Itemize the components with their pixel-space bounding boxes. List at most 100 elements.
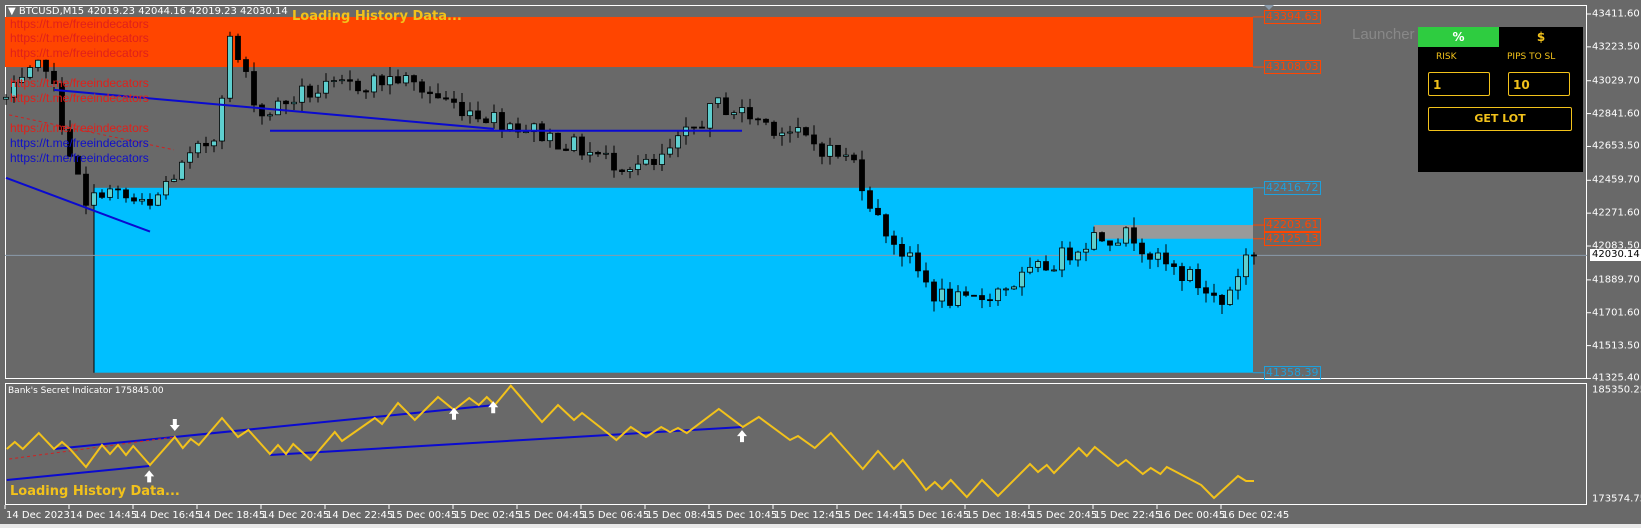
bear-candle bbox=[867, 190, 873, 209]
bear-candle bbox=[1203, 287, 1209, 294]
risk-label: RISK bbox=[1436, 52, 1457, 62]
risk-input[interactable]: 1 bbox=[1428, 72, 1490, 96]
bull-candle bbox=[91, 192, 97, 206]
bear-candle bbox=[147, 198, 153, 206]
bear-candle bbox=[1147, 253, 1153, 260]
tab-dollar[interactable]: $ bbox=[1499, 27, 1583, 47]
bear-candle bbox=[435, 93, 441, 99]
get-lot-button[interactable]: GET LOT bbox=[1428, 107, 1572, 131]
time-axis-label: 15 Dec 18:45 bbox=[966, 510, 1034, 521]
bull-candle bbox=[995, 288, 1001, 302]
bull-candle bbox=[1059, 247, 1065, 271]
bull-candle bbox=[939, 288, 945, 302]
bull-candle bbox=[1155, 252, 1161, 260]
bull-candle bbox=[587, 151, 593, 156]
bear-candle bbox=[1219, 294, 1225, 305]
bear-candle bbox=[555, 132, 561, 150]
indicator-title: Bank's Secret Indicator 175845.00 bbox=[8, 386, 164, 396]
bear-candle bbox=[1195, 269, 1201, 289]
symbol-header: ▼ BTCUSD,M15 42019.23 42044.16 42019.23 … bbox=[8, 6, 288, 17]
bull-candle bbox=[163, 181, 169, 196]
bear-candle bbox=[1099, 232, 1105, 242]
bear-candle bbox=[123, 189, 129, 199]
bear-candle bbox=[363, 90, 369, 93]
collapse-triangle-icon[interactable]: ▼ bbox=[8, 6, 16, 17]
watermark-link: https://t.me/freeindecators bbox=[10, 151, 149, 165]
bull-candle bbox=[171, 178, 177, 182]
bear-candle bbox=[579, 136, 585, 156]
price-axis-label: 43411.60 bbox=[1592, 8, 1640, 20]
bull-candle bbox=[387, 76, 393, 86]
bull-candle bbox=[267, 114, 273, 117]
bear-candle bbox=[483, 118, 489, 124]
bull-candle bbox=[339, 79, 345, 82]
bear-candle bbox=[243, 59, 249, 72]
bear-candle bbox=[379, 75, 385, 86]
bull-candle bbox=[715, 97, 721, 104]
bull-candle bbox=[1075, 251, 1081, 261]
price-axis-label: 41325.40 bbox=[1592, 372, 1640, 384]
indicator-trend-line bbox=[53, 404, 495, 450]
bear-candle bbox=[979, 295, 985, 301]
gray-zone bbox=[1094, 225, 1253, 239]
bull-candle bbox=[35, 59, 41, 68]
bear-candle bbox=[1139, 242, 1145, 255]
bear-candle bbox=[891, 235, 897, 245]
price-axis-label: 41513.50 bbox=[1592, 340, 1640, 352]
time-axis-label: 15 Dec 14:45 bbox=[838, 510, 906, 521]
bear-candle bbox=[459, 101, 465, 117]
band-top-price-label: 42203.61 bbox=[1264, 218, 1321, 233]
bull-candle bbox=[403, 75, 409, 84]
bull-candle bbox=[795, 127, 801, 133]
bull-candle bbox=[643, 158, 649, 165]
tab-percent[interactable]: % bbox=[1418, 27, 1499, 47]
bull-candle bbox=[843, 154, 849, 157]
bear-candle bbox=[947, 288, 953, 306]
pips-to-sl-input[interactable]: 10 bbox=[1508, 72, 1570, 96]
launcher-label: Launcher bbox=[1352, 26, 1415, 43]
bull-candle bbox=[603, 152, 609, 155]
price-axis-label: 43029.70 bbox=[1592, 75, 1640, 87]
time-axis-label: 15 Dec 02:45 bbox=[454, 510, 522, 521]
time-axis-label: 14 Dec 2023 bbox=[6, 510, 70, 521]
current-price-label: 42030.14 bbox=[1590, 249, 1641, 261]
bear-candle bbox=[619, 169, 625, 172]
bull-candle bbox=[547, 132, 553, 142]
bull-candle bbox=[1091, 232, 1097, 250]
bull-candle bbox=[627, 169, 633, 172]
bull-candle bbox=[275, 100, 281, 116]
time-axis-label: 14 Dec 20:45 bbox=[262, 510, 330, 521]
price-axis-label: 42653.50 bbox=[1592, 140, 1640, 152]
bear-candle bbox=[1211, 292, 1217, 296]
bull-candle bbox=[3, 96, 9, 100]
bull-candle bbox=[1051, 269, 1057, 272]
bear-candle bbox=[611, 152, 617, 171]
bull-candle bbox=[667, 147, 673, 155]
time-axis-label: 15 Dec 00:45 bbox=[390, 510, 458, 521]
bear-candle bbox=[819, 143, 825, 157]
bull-candle bbox=[827, 144, 833, 157]
bull-candle bbox=[1011, 286, 1017, 290]
bear-candle bbox=[427, 91, 433, 95]
bull-candle bbox=[787, 131, 793, 134]
bull-candle bbox=[139, 198, 145, 202]
bear-candle bbox=[851, 154, 857, 161]
bear-candle bbox=[1171, 263, 1177, 267]
price-chart[interactable] bbox=[0, 0, 1641, 528]
time-axis-label: 15 Dec 20:45 bbox=[1030, 510, 1098, 521]
watermark-link: https://t.me/freeindecators bbox=[10, 136, 149, 150]
bear-candle bbox=[747, 107, 753, 120]
time-axis-label: 14 Dec 18:45 bbox=[198, 510, 266, 521]
bull-candle bbox=[1035, 261, 1041, 268]
price-axis-label: 42841.60 bbox=[1592, 108, 1640, 120]
price-axis-label: 43223.50 bbox=[1592, 41, 1640, 53]
bear-candle bbox=[971, 294, 977, 297]
lot-calculator-panel: % $ RISK PIPS TO SL 1 10 GET LOT bbox=[1418, 27, 1583, 172]
indicator-loading-text: Loading History Data... bbox=[10, 484, 180, 499]
bear-candle bbox=[915, 252, 921, 272]
bear-candle bbox=[259, 104, 265, 117]
bear-candle bbox=[771, 121, 777, 136]
bull-candle bbox=[707, 103, 713, 129]
bull-candle bbox=[731, 112, 737, 116]
bear-candle bbox=[931, 281, 937, 302]
